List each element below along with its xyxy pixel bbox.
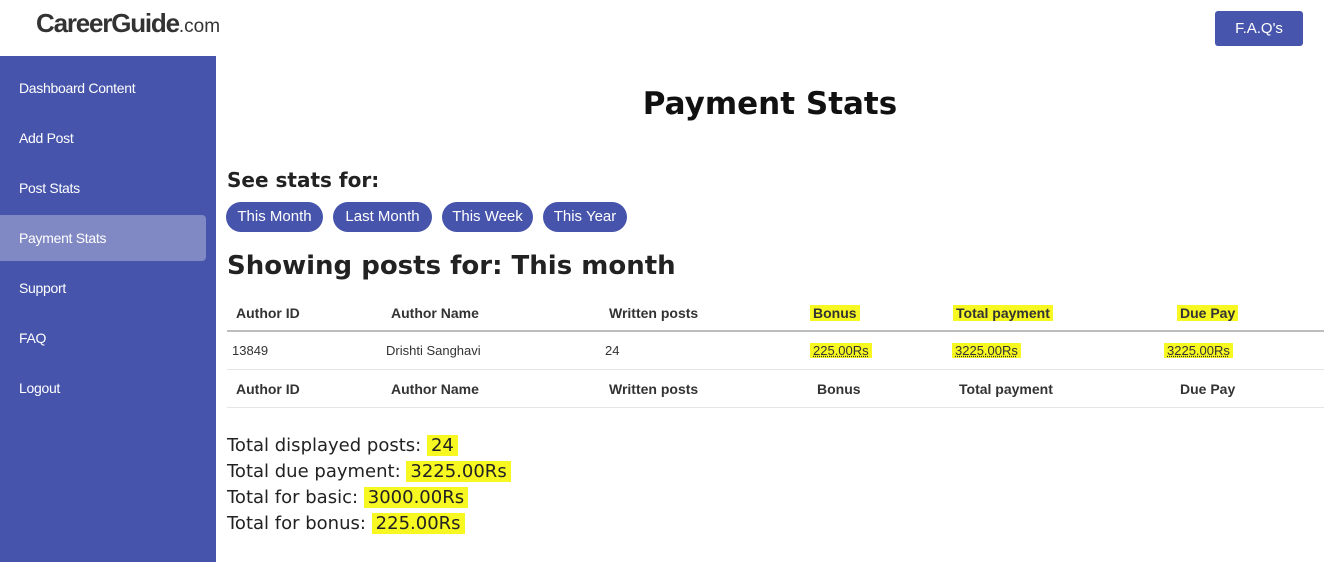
sidebar: Dashboard Content Add Post Post Stats Pa… — [0, 56, 216, 562]
footer-author-id: Author ID — [236, 380, 300, 397]
column-header-author-name[interactable]: Author Name — [391, 296, 479, 330]
sidebar-item-logout[interactable]: Logout — [0, 365, 206, 411]
totals-summary: Total displayed posts: 24 Total due paym… — [227, 433, 511, 537]
sidebar-item-faq[interactable]: FAQ — [0, 315, 206, 361]
table-row: 13849 Drishti Sanghavi 24 225.00Rs 3225.… — [227, 332, 1324, 370]
total-for-basic: Total for basic: 3000.00Rs — [227, 485, 511, 511]
filter-this-week-button[interactable]: This Week — [442, 202, 533, 232]
sidebar-item-post-stats[interactable]: Post Stats — [0, 165, 206, 211]
page-title: Payment Stats — [642, 86, 898, 122]
filter-this-year-button[interactable]: This Year — [543, 202, 627, 232]
payment-table: Author ID Author Name Written posts Bonu… — [227, 296, 1324, 408]
column-header-written-posts[interactable]: Written posts — [609, 296, 698, 330]
cell-written-posts: 24 — [605, 343, 620, 358]
sidebar-item-support[interactable]: Support — [0, 265, 206, 311]
sidebar-item-dashboard-content[interactable]: Dashboard Content — [0, 65, 206, 111]
cell-total-payment: 3225.00Rs — [952, 332, 1021, 369]
logo-brand: CareerGuide — [36, 8, 180, 38]
footer-due-pay: Due Pay — [1180, 380, 1236, 397]
top-bar: CareerGuide.com F.A.Q's — [0, 0, 1324, 56]
total-for-basic-value: 3000.00Rs — [363, 487, 469, 508]
footer-written-posts: Written posts — [609, 380, 699, 397]
cell-due-pay: 3225.00Rs — [1164, 332, 1233, 369]
column-header-author-id[interactable]: Author ID — [236, 296, 300, 330]
cell-bonus: 225.00Rs — [810, 332, 872, 369]
footer-bonus: Bonus — [817, 380, 861, 397]
cell-author-id: 13849 — [232, 343, 269, 358]
total-displayed-posts: Total displayed posts: 24 — [227, 433, 511, 459]
showing-posts-heading: Showing posts for: This month — [227, 251, 676, 281]
sidebar-item-add-post[interactable]: Add Post — [0, 115, 206, 161]
total-for-bonus: Total for bonus: 225.00Rs — [227, 511, 511, 537]
footer-total-payment: Total payment — [959, 380, 1053, 397]
filter-last-month-button[interactable]: Last Month — [333, 202, 432, 232]
footer-author-name: Author Name — [391, 380, 479, 397]
cell-author-name: Drishti Sanghavi — [386, 343, 481, 358]
total-due-payment: Total due payment: 3225.00Rs — [227, 459, 511, 485]
logo-tld: .com — [178, 16, 221, 37]
table-header-row: Author ID Author Name Written posts Bonu… — [227, 296, 1324, 332]
logo[interactable]: CareerGuide.com — [36, 8, 220, 39]
filter-this-month-button[interactable]: This Month — [226, 202, 323, 232]
see-stats-label: See stats for: — [227, 168, 380, 192]
table-footer-row: Author ID Author Name Written posts Bonu… — [227, 370, 1324, 408]
total-due-payment-value: 3225.00Rs — [406, 461, 511, 482]
column-header-bonus[interactable]: Bonus — [810, 296, 860, 330]
total-displayed-posts-value: 24 — [426, 435, 458, 456]
column-header-due-pay[interactable]: Due Pay — [1177, 296, 1239, 330]
column-header-total-payment[interactable]: Total payment — [953, 296, 1053, 330]
sidebar-item-payment-stats[interactable]: Payment Stats — [0, 215, 206, 261]
faq-button[interactable]: F.A.Q's — [1215, 11, 1303, 46]
total-for-bonus-value: 225.00Rs — [371, 513, 465, 534]
